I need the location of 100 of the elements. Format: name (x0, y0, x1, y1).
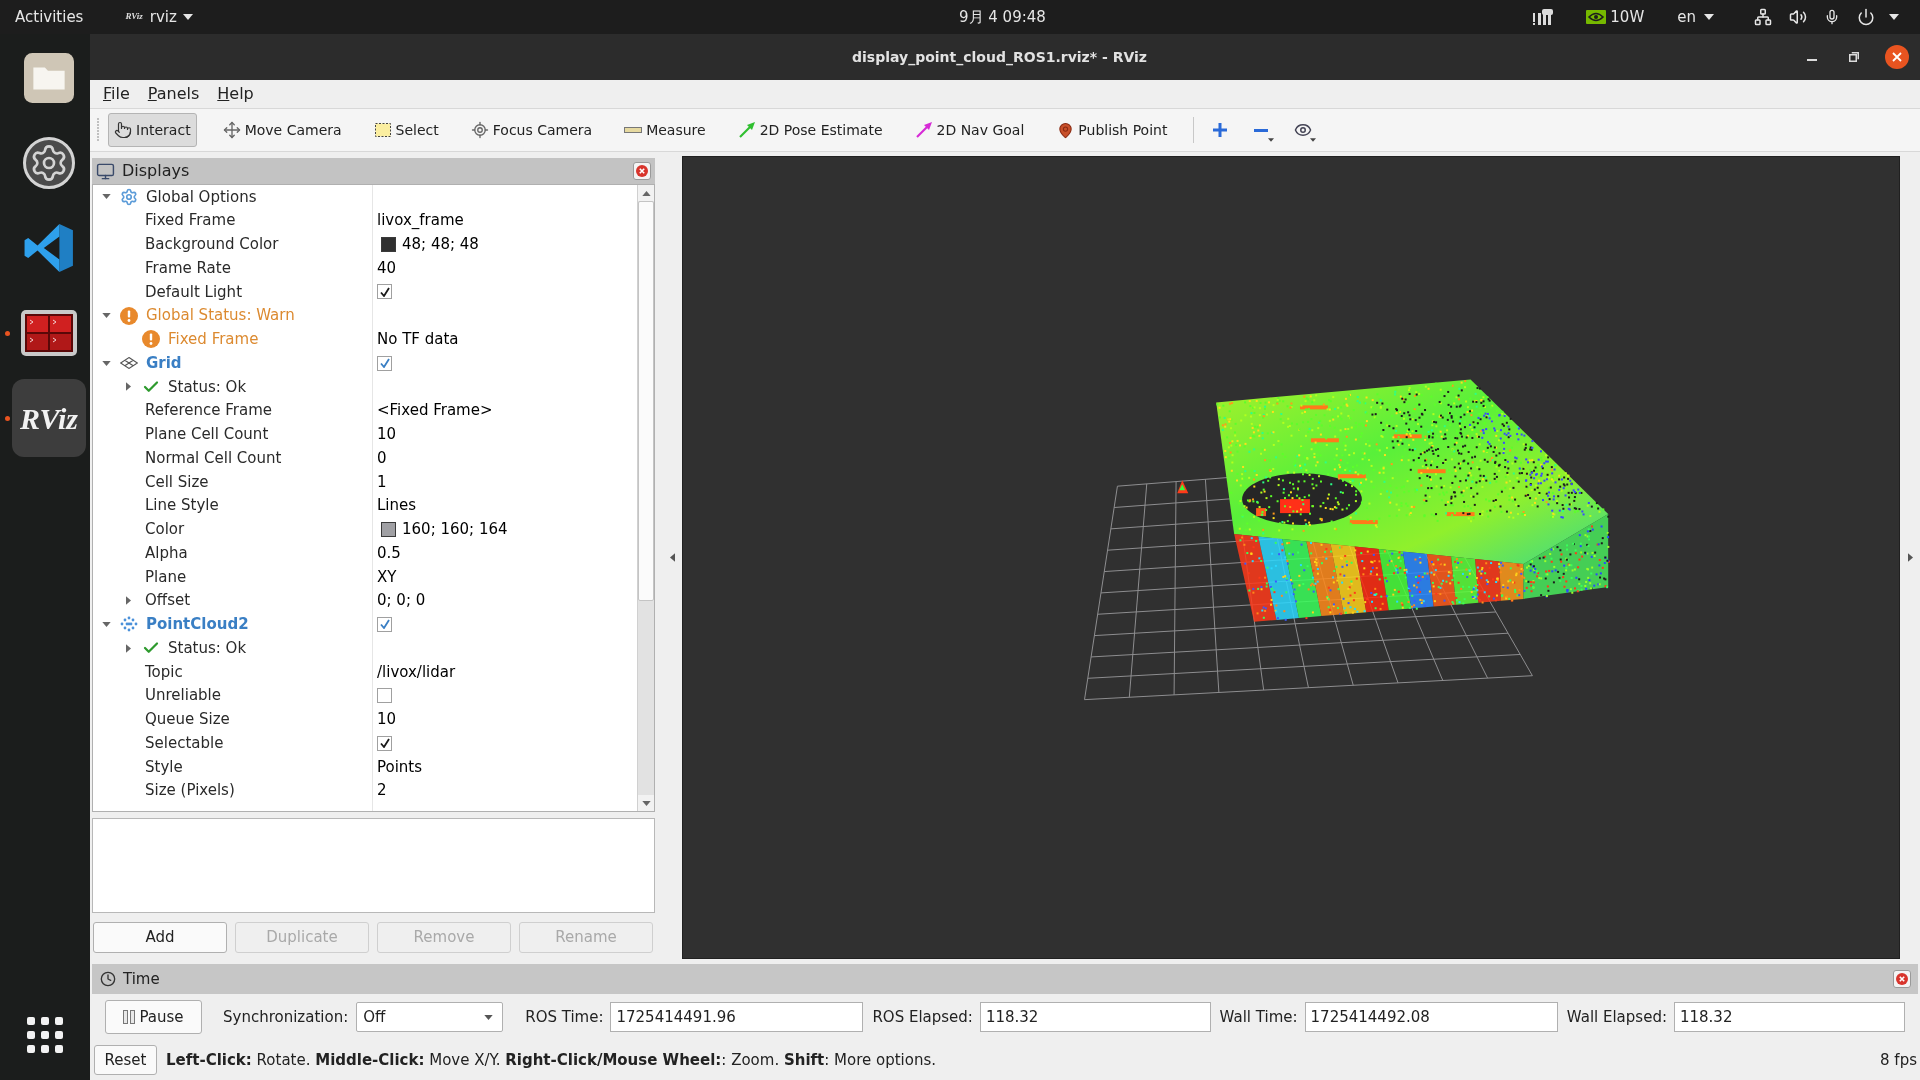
time-field-label: ROS Time: (525, 1006, 604, 1028)
toolbar-button[interactable]: 2D Pose Estimate (731, 113, 889, 147)
tree-item-label[interactable]: Frame Rate (145, 256, 231, 280)
tree-item-label[interactable]: Line Style (145, 494, 219, 517)
property-value[interactable]: 10 (377, 708, 397, 731)
tree-item-label[interactable]: Size (Pixels) (145, 779, 235, 802)
toolbar-button[interactable]: Select (367, 113, 445, 147)
tree-item-label[interactable]: Status: Ok (168, 375, 247, 399)
tree-item-label[interactable]: Selectable (145, 731, 224, 755)
close-button[interactable] (633, 162, 651, 180)
time-field[interactable]: 118.32 (1673, 1002, 1905, 1032)
caret-left-icon[interactable] (669, 553, 675, 562)
microphone-icon[interactable] (1824, 8, 1840, 26)
clock[interactable]: 9月 4 09:48 (959, 5, 1046, 29)
bar-meter-icon[interactable] (1533, 9, 1554, 25)
checkbox[interactable] (377, 688, 392, 704)
property-value[interactable]: 0.5 (377, 541, 401, 565)
checkbox[interactable] (377, 355, 392, 371)
property-value[interactable]: 40 (377, 256, 397, 280)
property-value[interactable]: XY (377, 565, 397, 589)
caret-right-icon[interactable] (125, 382, 131, 392)
caret-icon[interactable] (1889, 14, 1899, 20)
tree-item-label[interactable]: Alpha (145, 541, 188, 565)
time-field[interactable]: 1725414491.96 (610, 1002, 864, 1032)
color-swatch-icon[interactable] (381, 236, 396, 252)
power-draw-label[interactable]: 10W (1610, 5, 1645, 29)
caret-right-icon[interactable] (125, 643, 131, 653)
menu-item[interactable]: File (103, 82, 130, 106)
caret-down-icon[interactable] (101, 313, 111, 319)
menu-item[interactable]: Help (217, 82, 254, 106)
caret-down-icon[interactable] (101, 360, 111, 366)
input-source-button[interactable]: en (1677, 5, 1714, 29)
panel-button[interactable]: Add (93, 922, 227, 953)
tree-item-label[interactable]: Unreliable (145, 684, 221, 707)
sync-dropdown[interactable]: Off (356, 1002, 504, 1032)
close-button[interactable] (1893, 970, 1911, 988)
checkbox[interactable] (377, 616, 392, 632)
checkbox[interactable] (377, 735, 392, 751)
close-window-button[interactable] (1885, 45, 1909, 69)
app-grid-button[interactable] (25, 1015, 65, 1055)
property-value[interactable]: <Fixed Frame> (377, 399, 493, 422)
pause-button[interactable]: Pause (105, 1000, 202, 1034)
color-swatch-icon[interactable] (381, 521, 396, 537)
caret-down-icon[interactable] (101, 621, 111, 627)
tree-item-label[interactable]: Background Color (145, 233, 279, 256)
tree-item-label[interactable]: PointCloud2 (146, 613, 249, 636)
checkbox[interactable] (377, 284, 392, 300)
network-icon[interactable] (1754, 8, 1772, 26)
grip-handle-icon[interactable] (97, 118, 100, 142)
caret-down-icon[interactable] (101, 194, 111, 200)
property-value[interactable]: 160; 160; 164 (402, 518, 508, 541)
time-field[interactable]: 1725414492.08 (1304, 1002, 1558, 1032)
scrollbar-thumb[interactable] (638, 201, 654, 601)
property-value[interactable]: Lines (377, 494, 417, 517)
property-value[interactable]: 1 (377, 470, 387, 494)
toolbar-button[interactable]: Move Camera (216, 113, 348, 147)
property-value[interactable]: 0; 0; 0 (377, 589, 426, 612)
tree-item-label[interactable]: Cell Size (145, 470, 209, 494)
tree-item-label[interactable]: Status: Ok (168, 636, 247, 660)
eye-logo-icon[interactable] (1586, 10, 1607, 24)
tree-item-label[interactable]: Topic (145, 660, 183, 684)
property-value[interactable]: 10 (377, 423, 397, 446)
volume-icon[interactable] (1789, 8, 1807, 26)
app-menu-button[interactable]: rviz (149, 5, 193, 29)
toolbar-button[interactable]: Focus Camera (464, 113, 599, 147)
property-value[interactable]: 0 (377, 446, 387, 470)
property-value[interactable]: No TF data (377, 328, 459, 351)
tree-item-label[interactable]: Global Options (146, 185, 257, 209)
menu-item[interactable]: Panels (147, 82, 200, 106)
toolbar-button[interactable]: 2D Nav Goal (908, 113, 1031, 147)
tree-item-label[interactable]: Style (145, 755, 183, 779)
toolbar-button[interactable]: Interact (108, 113, 197, 147)
property-value[interactable]: 2 (377, 779, 387, 802)
tree-item-label[interactable]: Reference Frame (145, 399, 273, 422)
caret-right-icon[interactable] (1907, 553, 1913, 562)
tree-item-label[interactable]: Default Light (145, 280, 242, 304)
tree-item-label[interactable]: Offset (145, 589, 191, 612)
activities-button[interactable]: Activities (15, 5, 84, 29)
time-field[interactable]: 118.32 (979, 1002, 1211, 1032)
scroll-up-button[interactable] (638, 185, 654, 201)
caret-right-icon[interactable] (125, 596, 131, 606)
property-value[interactable]: 48; 48; 48 (402, 233, 479, 256)
tree-item-label[interactable]: Grid (146, 351, 182, 375)
tree-item-label[interactable]: Queue Size (145, 708, 230, 731)
tree-item-label[interactable]: Normal Cell Count (145, 446, 282, 470)
toolbar-button[interactable]: Measure (618, 113, 712, 147)
dock-app-button[interactable]: RViz (12, 379, 86, 457)
tree-item-label[interactable]: Color (145, 518, 185, 541)
reset-button[interactable]: Reset (94, 1045, 157, 1075)
property-value[interactable]: livox_frame (377, 209, 464, 232)
tree-item-label[interactable]: Fixed Frame (145, 209, 236, 232)
tree-item-label[interactable]: Plane (145, 565, 187, 589)
property-value[interactable]: /livox/lidar (377, 660, 456, 684)
3d-viewport[interactable] (682, 156, 1900, 959)
tree-item-label[interactable]: Plane Cell Count (145, 423, 269, 446)
scroll-down-button[interactable] (638, 795, 654, 811)
power-icon[interactable] (1857, 8, 1875, 26)
arrow-icon (738, 122, 755, 138)
toolbar-button[interactable]: Publish Point (1050, 113, 1174, 147)
property-value[interactable]: Points (377, 755, 423, 779)
